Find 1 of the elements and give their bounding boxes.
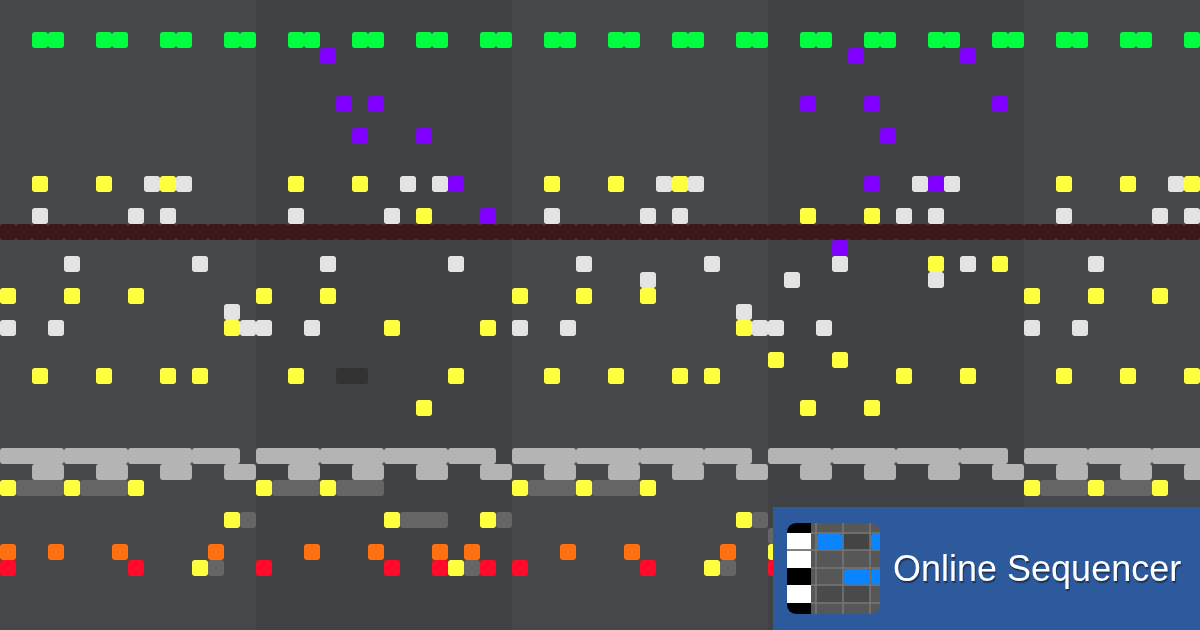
logo-text: Online Sequencer	[893, 550, 1182, 587]
